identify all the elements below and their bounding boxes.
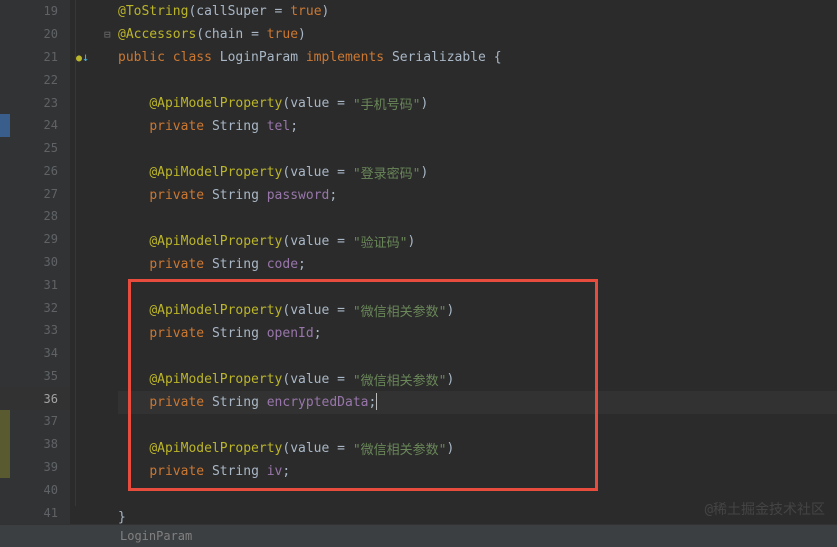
code-editor[interactable]: 1920212223242526272829303132333435363738… bbox=[0, 0, 837, 524]
watermark: @稀土掘金技术社区 bbox=[705, 499, 825, 519]
change-marker bbox=[0, 456, 10, 479]
code-line[interactable] bbox=[118, 345, 837, 368]
code-line[interactable]: private String tel; bbox=[118, 115, 837, 138]
line-number: 26 bbox=[0, 159, 70, 182]
code-line[interactable]: public class LoginParam implements Seria… bbox=[118, 46, 837, 69]
code-line[interactable] bbox=[118, 69, 837, 92]
line-number: 32 bbox=[0, 296, 70, 319]
code-line[interactable]: @Accessors(chain = true) bbox=[118, 23, 837, 46]
code-line[interactable] bbox=[118, 414, 837, 437]
code-line[interactable] bbox=[118, 138, 837, 161]
code-line[interactable]: @ApiModelProperty(value = "微信相关参数") bbox=[118, 299, 837, 322]
line-number: 38 bbox=[0, 433, 70, 456]
code-line[interactable]: private String password; bbox=[118, 184, 837, 207]
change-marker bbox=[0, 114, 10, 137]
line-number: 24 bbox=[0, 114, 70, 137]
change-marker bbox=[0, 433, 10, 456]
code-line[interactable]: @ApiModelProperty(value = "微信相关参数") bbox=[118, 437, 837, 460]
fold-icon[interactable]: ⊟ bbox=[104, 28, 114, 38]
line-number: 28 bbox=[0, 205, 70, 228]
code-line[interactable]: @ApiModelProperty(value = "验证码") bbox=[118, 230, 837, 253]
line-number: 29 bbox=[0, 228, 70, 251]
code-line[interactable]: private String openId; bbox=[118, 322, 837, 345]
line-number: 39 bbox=[0, 456, 70, 479]
text-cursor bbox=[376, 393, 377, 410]
line-number: 41 bbox=[0, 501, 70, 524]
line-number: 20 bbox=[0, 23, 70, 46]
code-line[interactable]: private String iv; bbox=[118, 460, 837, 483]
line-number: 36 bbox=[0, 387, 70, 410]
line-number: 30 bbox=[0, 251, 70, 274]
implements-icon[interactable]: ●↓ bbox=[76, 50, 89, 64]
breadcrumb-item[interactable]: LoginParam bbox=[120, 529, 192, 543]
line-number: 22 bbox=[0, 68, 70, 91]
line-number: 31 bbox=[0, 273, 70, 296]
line-number: 35 bbox=[0, 365, 70, 388]
indent-guide bbox=[75, 0, 76, 506]
line-number: 19 bbox=[0, 0, 70, 23]
code-line[interactable] bbox=[118, 276, 837, 299]
line-number: 34 bbox=[0, 342, 70, 365]
line-number: 23 bbox=[0, 91, 70, 114]
change-marker bbox=[0, 410, 10, 433]
code-line[interactable]: @ApiModelProperty(value = "登录密码") bbox=[118, 161, 837, 184]
line-number: 27 bbox=[0, 182, 70, 205]
line-number: 33 bbox=[0, 319, 70, 342]
line-number: 37 bbox=[0, 410, 70, 433]
code-area[interactable]: @ToString(callSuper = true)@Accessors(ch… bbox=[70, 0, 837, 524]
code-line[interactable]: private String encryptedData; bbox=[118, 391, 837, 414]
code-line[interactable]: @ApiModelProperty(value = "手机号码") bbox=[118, 92, 837, 115]
line-number: 21 bbox=[0, 46, 70, 69]
line-number: 40 bbox=[0, 478, 70, 501]
code-line[interactable]: private String code; bbox=[118, 253, 837, 276]
gutter: 1920212223242526272829303132333435363738… bbox=[0, 0, 70, 524]
line-number: 25 bbox=[0, 137, 70, 160]
code-line[interactable]: @ToString(callSuper = true) bbox=[118, 0, 837, 23]
code-line[interactable]: @ApiModelProperty(value = "微信相关参数") bbox=[118, 368, 837, 391]
code-line[interactable] bbox=[118, 207, 837, 230]
